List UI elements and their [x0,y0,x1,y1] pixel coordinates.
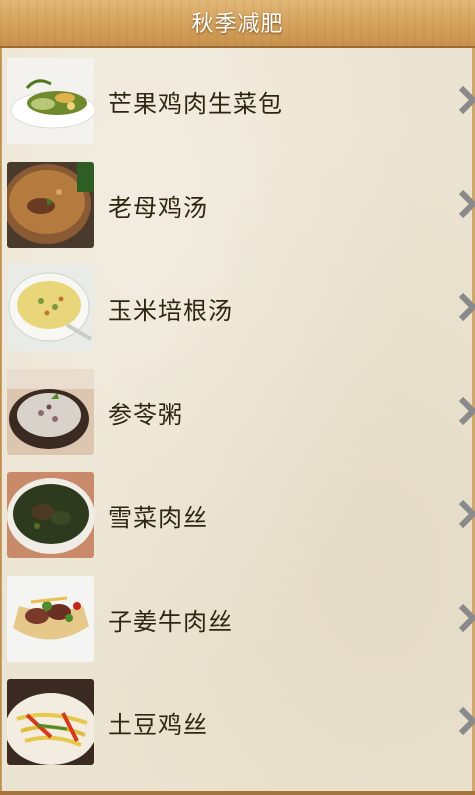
recipe-name: 芒果鸡肉生菜包 [108,90,283,118]
recipe-thumbnail [7,472,94,558]
recipe-name: 土豆鸡丝 [108,711,208,739]
recipe-thumbnail [7,679,94,765]
chevron-right-icon [458,499,475,529]
recipe-thumbnail [7,575,94,662]
recipe-row-1[interactable]: 老母鸡汤 [2,156,475,260]
recipe-name: 玉米培根汤 [108,297,233,325]
recipe-name: 雪菜肉丝 [108,504,208,532]
chevron-right-icon [458,396,475,425]
page-title: 秋季减肥 [191,12,284,37]
chevron-right-icon [458,292,475,322]
recipe-thumbnail [7,58,94,144]
recipe-row-3[interactable]: 参苓粥 [2,363,475,467]
title-bar: 秋季减肥 [0,0,475,48]
recipe-row-4[interactable]: 雪菜肉丝 [2,466,475,570]
recipe-row-2[interactable]: 玉米培根汤 [2,259,475,363]
chevron-right-icon [458,189,475,218]
recipe-thumbnail [7,161,94,248]
recipe-thumbnail [7,368,94,455]
chevron-right-icon [458,706,475,736]
recipe-row-0[interactable]: 芒果鸡肉生菜包 [2,52,475,156]
recipe-name: 参苓粥 [108,400,183,429]
recipe-name: 老母鸡汤 [108,193,208,222]
recipe-row-5[interactable]: 子姜牛肉丝 [2,570,475,674]
bottom-wood-edge [0,791,475,795]
chevron-right-icon [458,85,475,115]
content-frame: 芒果鸡肉生菜包 老母鸡汤 玉米培根汤 参苓粥 雪菜肉丝 子姜牛肉丝 土豆鸡丝 [0,48,475,795]
recipe-list: 芒果鸡肉生菜包 老母鸡汤 玉米培根汤 参苓粥 雪菜肉丝 子姜牛肉丝 土豆鸡丝 [2,48,475,793]
recipe-name: 子姜牛肉丝 [108,607,233,636]
chevron-right-icon [458,603,475,632]
recipe-row-6[interactable]: 土豆鸡丝 [2,673,475,777]
recipe-thumbnail [7,265,94,351]
